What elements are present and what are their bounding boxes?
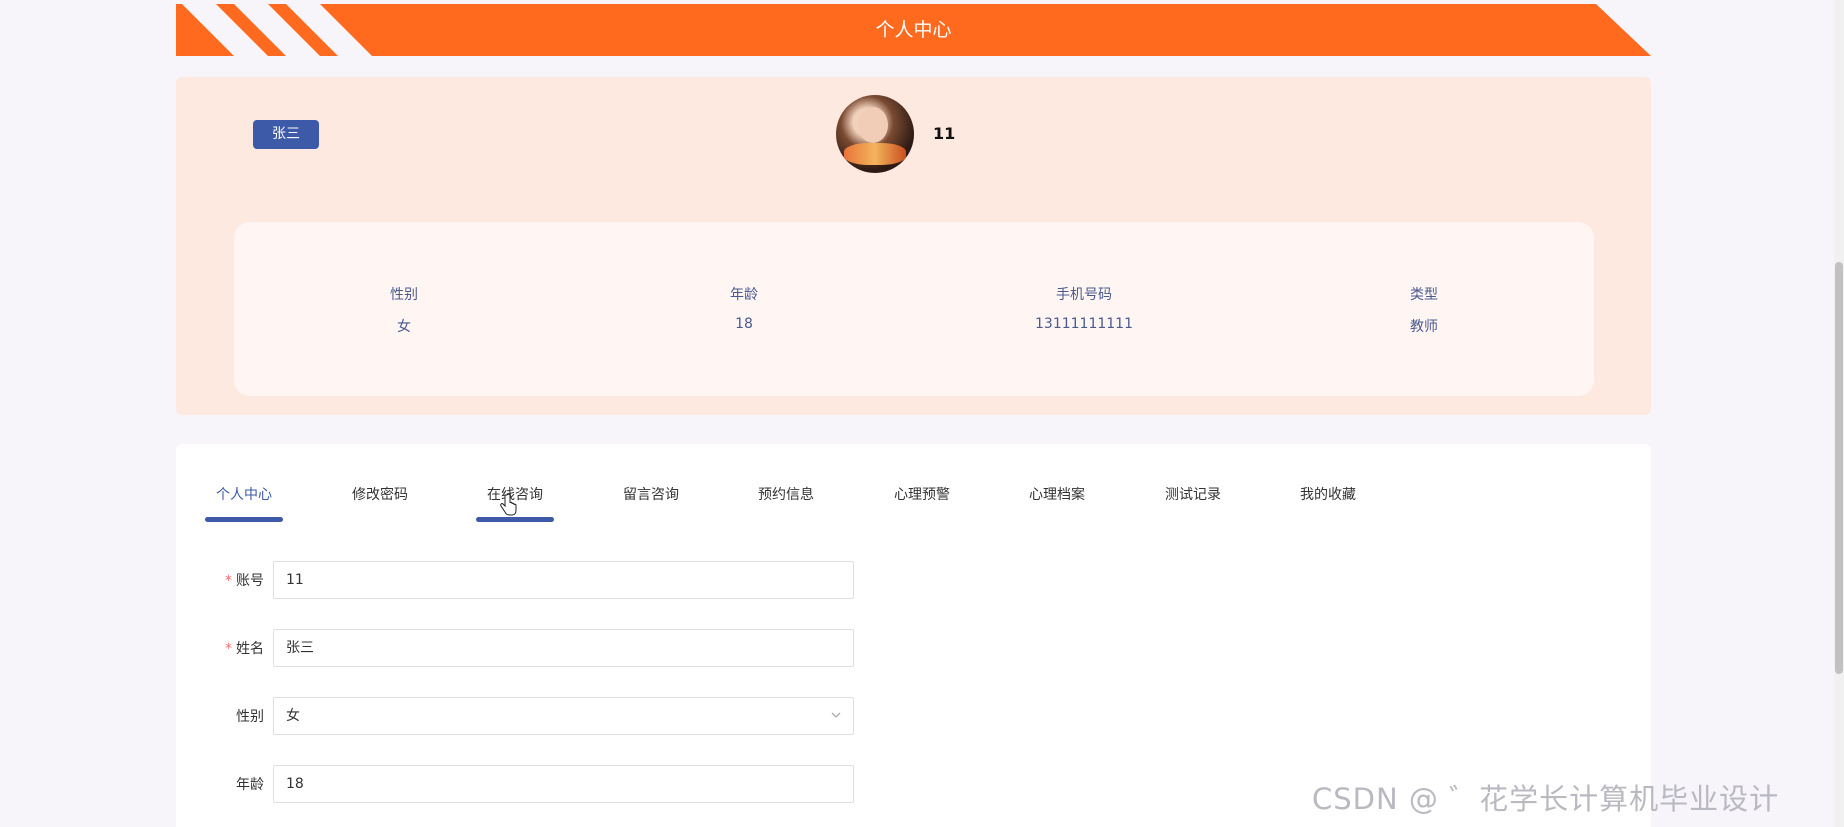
gender-select[interactable]: 女 [273,697,854,735]
hand-cursor-icon [500,494,517,516]
info-value: 13111111111 [1035,316,1133,332]
scrollbar-thumb[interactable] [1835,262,1843,674]
name-input[interactable]: 张三 [273,629,854,667]
chevron-down-icon [831,712,841,718]
age-label: 年龄 [236,777,264,793]
info-type: 类型 教师 [1324,284,1524,336]
gender-label: 性别 [236,709,264,725]
scrollbar[interactable] [1834,0,1844,827]
tab-appointments[interactable]: 预约信息 [747,484,825,514]
account-input[interactable]: 11 [273,561,854,599]
avatar-face [858,107,888,143]
info-label: 年龄 [730,287,758,303]
tab-hover-underline [476,517,554,522]
info-label: 手机号码 [1056,287,1112,303]
tab-personal-center[interactable]: 个人中心 [205,484,283,514]
info-gender: 性别 女 [304,284,504,336]
tab-active-underline [205,517,283,522]
info-value: 18 [735,316,753,332]
info-value: 教师 [1410,319,1438,335]
page: 个人中心 张三 11 性别 女 年龄 18 手机号码 13111111111 类… [0,0,1844,827]
tab-favorites[interactable]: 我的收藏 [1289,484,1367,514]
tab-message-consult[interactable]: 留言咨询 [612,484,690,514]
required-mark: * [225,573,232,589]
tab-psych-warning[interactable]: 心理预警 [883,484,961,514]
required-mark: * [225,641,232,657]
info-phone: 手机号码 13111111111 [984,284,1184,332]
watermark: CSDN @ ゛花学长计算机毕业设计 [1312,782,1780,816]
tab-psych-archive[interactable]: 心理档案 [1018,484,1096,514]
name-badge: 张三 [253,120,319,149]
avatar[interactable] [836,95,914,173]
gender-select-value: 女 [286,708,300,724]
tab-test-records[interactable]: 测试记录 [1154,484,1232,514]
info-age: 年龄 18 [644,284,844,332]
info-label: 性别 [390,287,418,303]
avatar-food [844,143,906,165]
header-banner: 个人中心 [176,4,1651,56]
tab-change-password[interactable]: 修改密码 [341,484,419,514]
info-label: 类型 [1410,287,1438,303]
page-title: 个人中心 [875,19,952,41]
info-panel: 性别 女 年龄 18 手机号码 13111111111 类型 教师 [234,222,1594,396]
age-input[interactable]: 18 [273,765,854,803]
name-label: * 姓名 [225,641,264,657]
account-label: * 账号 [225,573,264,589]
info-value: 女 [397,319,411,335]
username: 11 [933,124,956,143]
